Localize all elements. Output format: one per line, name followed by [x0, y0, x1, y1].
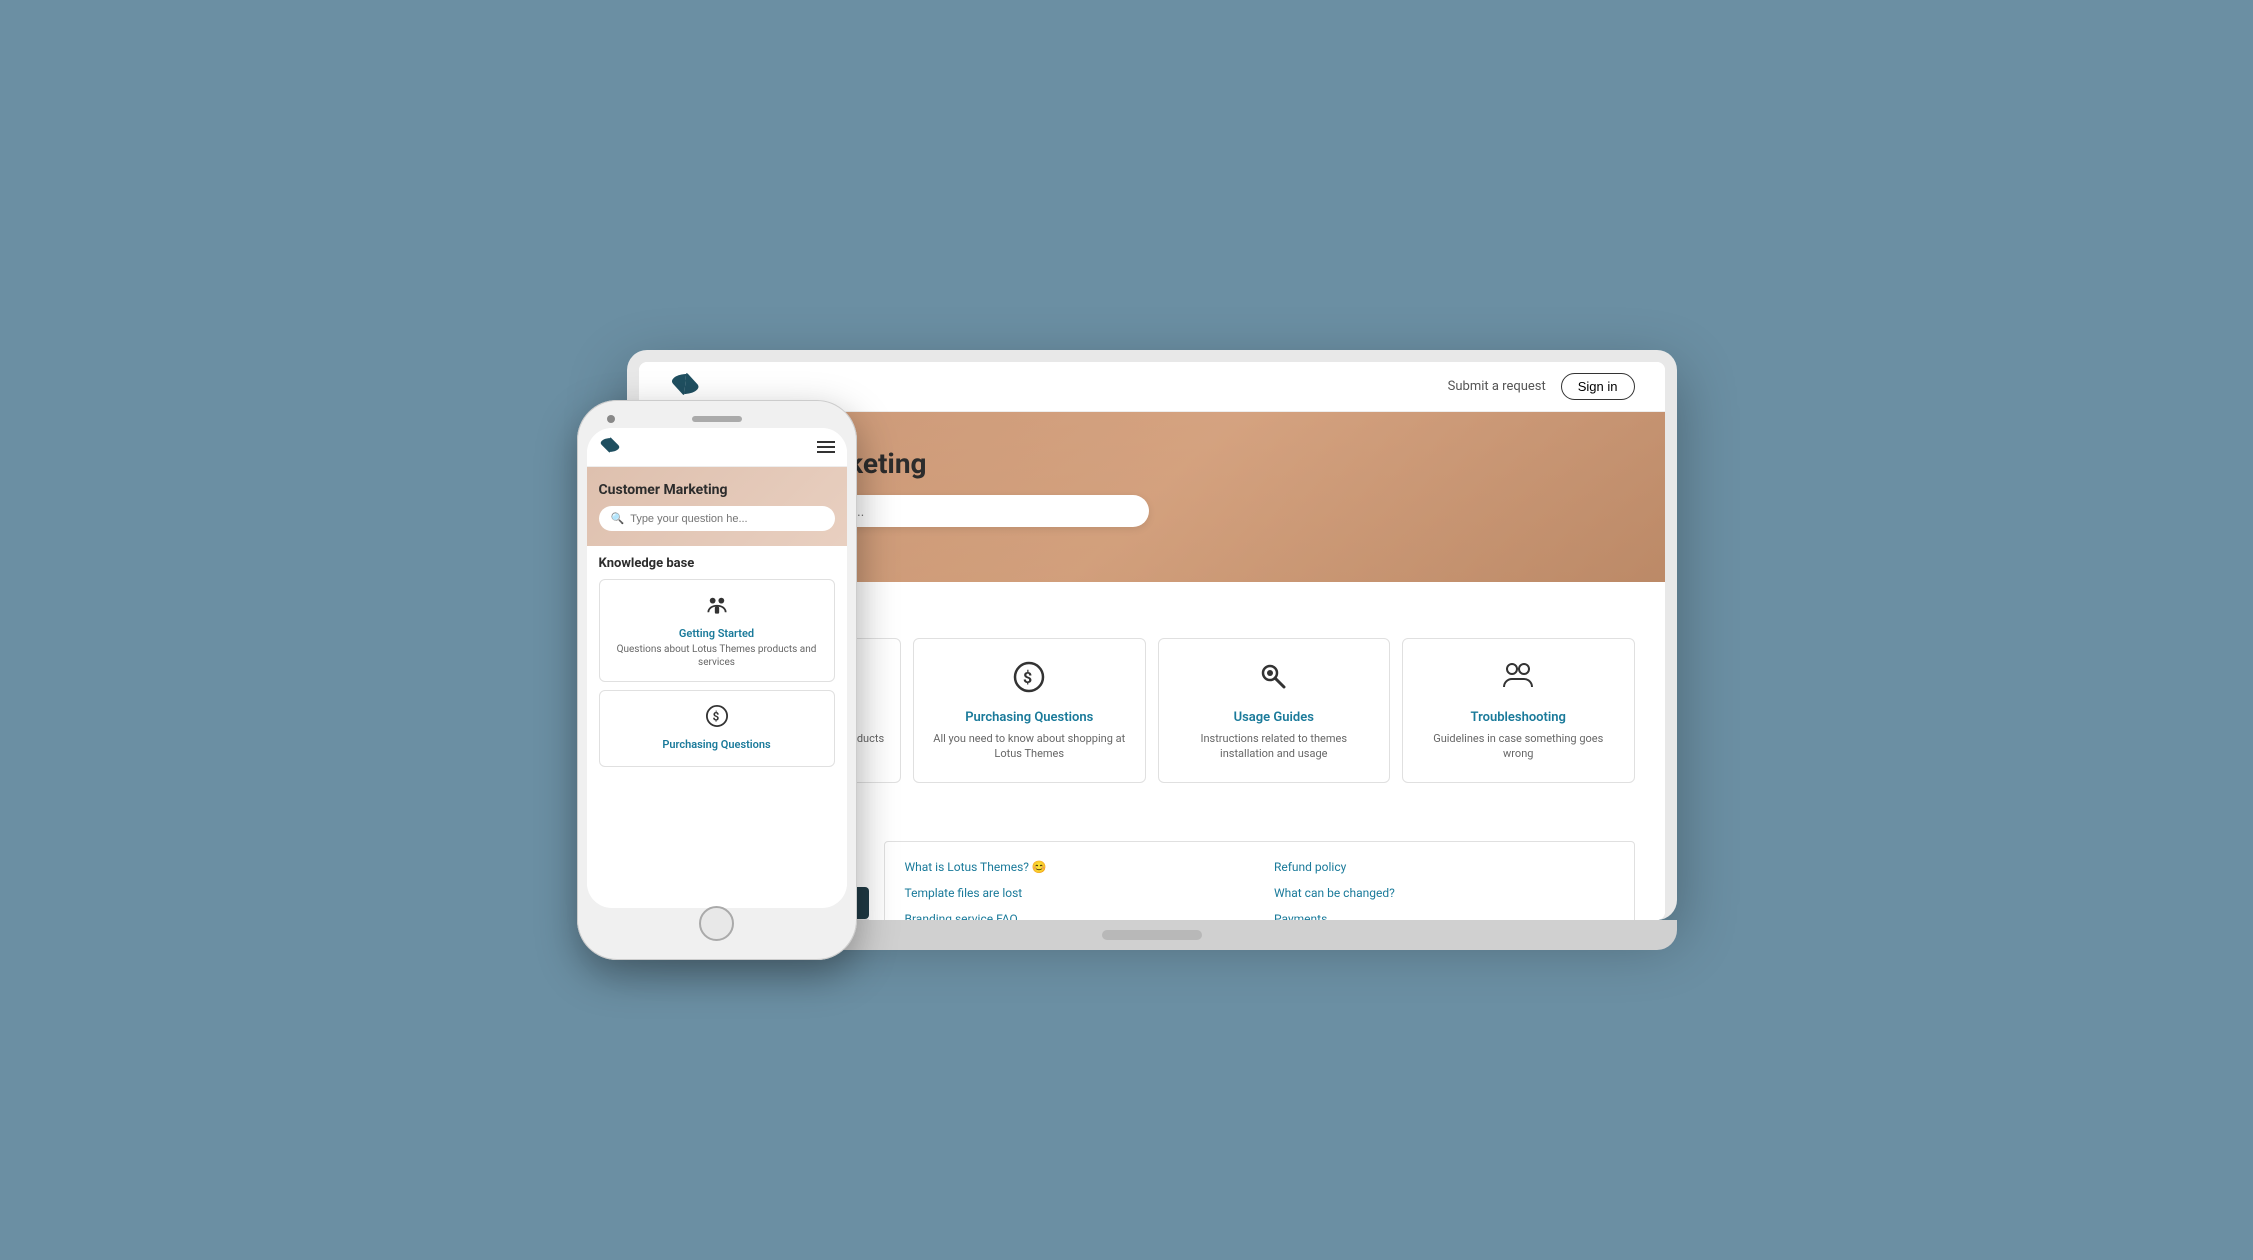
- phone-search-input[interactable]: [630, 513, 822, 525]
- phone-speaker: [692, 416, 742, 422]
- phone-purchasing-icon: $: [612, 703, 822, 734]
- submit-request-link[interactable]: Submit a request: [1448, 379, 1546, 394]
- hamburger-line-1: [817, 441, 835, 443]
- article-link-6[interactable]: Payments: [1274, 909, 1614, 920]
- sign-in-button[interactable]: Sign in: [1561, 373, 1635, 400]
- phone-getting-started-desc: Questions about Lotus Themes products an…: [612, 643, 822, 669]
- laptop-base-notch: [1102, 930, 1202, 940]
- usage-guides-icon: [1174, 659, 1375, 702]
- phone-kb-card-getting-started[interactable]: Getting Started Questions about Lotus Th…: [599, 579, 835, 682]
- phone-search-icon: 🔍: [611, 512, 625, 525]
- phone-getting-started-icon: [612, 592, 822, 623]
- article-link-4[interactable]: What can be changed?: [1274, 883, 1614, 903]
- nav-right: Submit a request Sign in: [1448, 373, 1635, 400]
- troubleshooting-card-desc: Guidelines in case something goes wrong: [1418, 731, 1619, 762]
- phone-device: Customer Marketing 🔍 Knowledge base: [577, 400, 857, 960]
- article-link-5[interactable]: Branding service FAQ: [905, 909, 1245, 920]
- phone-kb-card-purchasing[interactable]: $ Purchasing Questions: [599, 690, 835, 767]
- phone-search-bar[interactable]: 🔍: [599, 506, 835, 531]
- purchasing-icon: $: [929, 659, 1130, 702]
- usage-guides-card-desc: Instructions related to themes installat…: [1174, 731, 1375, 762]
- article-link-3[interactable]: Template files are lost: [905, 883, 1245, 903]
- phone-notch-area: [587, 415, 847, 423]
- phone-navbar: [587, 428, 847, 467]
- svg-text:$: $: [712, 709, 719, 723]
- phone-kb-title: Knowledge base: [599, 556, 835, 571]
- kb-card-purchasing[interactable]: $ Purchasing Questions All you need to k…: [913, 638, 1146, 783]
- phone-screen: Customer Marketing 🔍 Knowledge base: [587, 428, 847, 908]
- phone-hero: Customer Marketing 🔍: [587, 467, 847, 546]
- phone-purchasing-title: Purchasing Questions: [612, 738, 822, 751]
- article-link-2[interactable]: Refund policy: [1274, 857, 1614, 877]
- phone-main-content: Knowledge base Getting Started Questions: [587, 546, 847, 906]
- phone-getting-started-title: Getting Started: [612, 627, 822, 640]
- phone-hero-title: Customer Marketing: [599, 482, 835, 498]
- hamburger-menu[interactable]: [817, 441, 835, 453]
- phone-home-area: [587, 908, 847, 938]
- kb-card-troubleshooting[interactable]: Troubleshooting Guidelines in case somet…: [1402, 638, 1635, 783]
- phone-camera: [607, 415, 615, 423]
- troubleshooting-card-title: Troubleshooting: [1418, 710, 1619, 725]
- svg-text:$: $: [1023, 668, 1032, 687]
- usage-guides-card-title: Usage Guides: [1174, 710, 1375, 725]
- articles-list: What is Lotus Themes? 😊 Refund policy Te…: [884, 841, 1635, 920]
- troubleshooting-icon: [1418, 659, 1619, 702]
- article-link-1[interactable]: What is Lotus Themes? 😊: [905, 857, 1245, 877]
- hamburger-line-2: [817, 446, 835, 448]
- hamburger-line-3: [817, 451, 835, 453]
- zendesk-logo-desktop: [667, 372, 702, 401]
- phone-zendesk-logo: [599, 436, 621, 458]
- purchasing-card-title: Purchasing Questions: [929, 710, 1130, 725]
- kb-card-usage-guides[interactable]: Usage Guides Instructions related to the…: [1158, 638, 1391, 783]
- purchasing-card-desc: All you need to know about shopping at L…: [929, 731, 1130, 762]
- phone-home-button[interactable]: [699, 906, 734, 941]
